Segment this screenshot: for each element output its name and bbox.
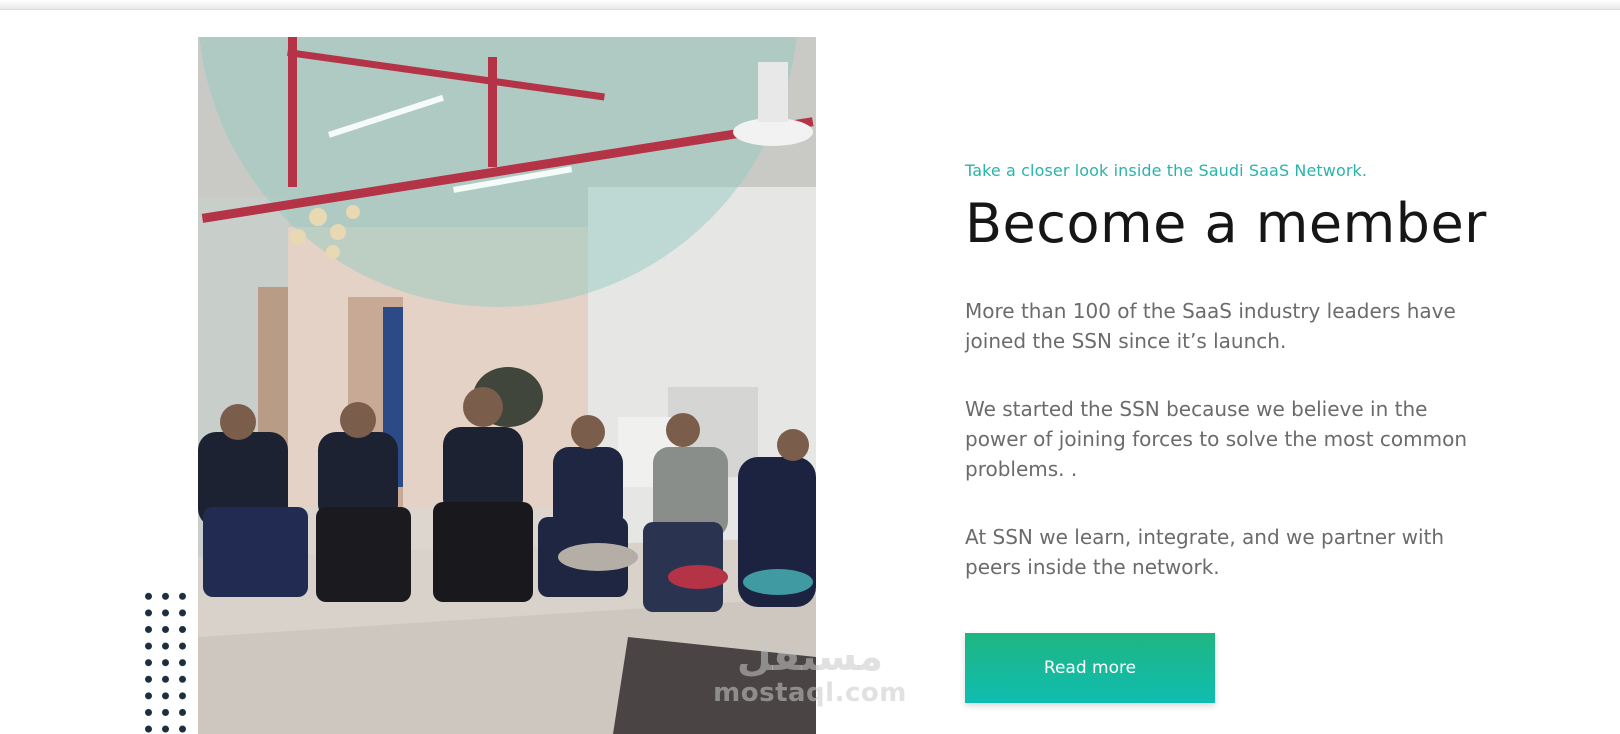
membership-section: Take a closer look inside the Saudi SaaS…: [965, 158, 1525, 582]
paragraph-joining-forces: We started the SSN because we believe in…: [965, 397, 1468, 481]
section-eyebrow: Take a closer look inside the Saudi SaaS…: [965, 161, 1368, 180]
paragraph-partner-peers: At SSN we learn, integrate, and we partn…: [965, 525, 1445, 579]
section-title: Become a member: [965, 192, 1487, 255]
mostaql-watermark: مستقل mostaql.com: [712, 636, 908, 716]
read-more-button[interactable]: Read more: [965, 633, 1215, 703]
top-header-bar: [0, 0, 1620, 10]
meeting-photo: [198, 37, 816, 734]
dot-grid-decoration: [140, 588, 192, 734]
watermark-arabic-text: مستقل: [736, 634, 884, 680]
watermark-latin-text: mostaql.com: [713, 678, 907, 708]
paragraph-industry-leaders: More than 100 of the SaaS industry leade…: [965, 299, 1456, 353]
